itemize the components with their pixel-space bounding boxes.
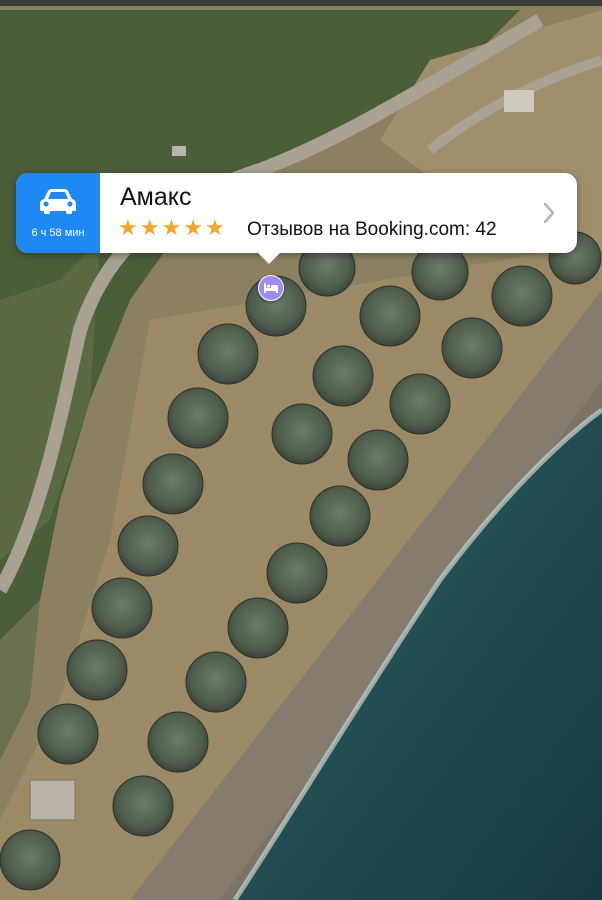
route-time: 6 ч 58 мин	[31, 227, 85, 239]
callout-pointer	[256, 251, 282, 264]
route-button[interactable]: 6 ч 58 мин	[16, 173, 100, 253]
place-title: Амакс	[120, 183, 192, 211]
star-icon: ★	[139, 216, 160, 241]
reviews-count: Отзывов на Booking.com: 42	[247, 219, 497, 240]
star-icon: ★	[183, 216, 203, 241]
star-icon: ★	[118, 216, 138, 241]
place-callout[interactable]: 6 ч 58 мин Амакс ★ ★ ★ ★ ★ Отзывов на Bo…	[16, 173, 577, 264]
star-icon: ★	[204, 216, 225, 241]
bed-icon	[264, 283, 278, 293]
star-icon: ★	[161, 216, 182, 241]
satellite-map[interactable]	[0, 0, 602, 900]
rating-stars: ★ ★ ★ ★ ★	[118, 217, 225, 241]
car-icon	[40, 189, 76, 214]
chevron-right-icon[interactable]	[542, 201, 556, 225]
hotel-pin[interactable]	[258, 275, 284, 301]
